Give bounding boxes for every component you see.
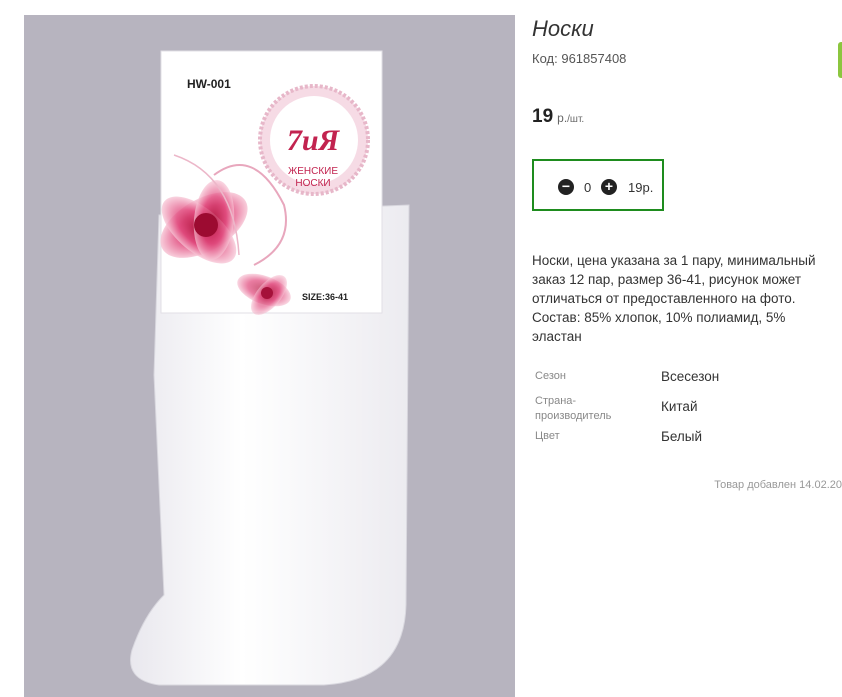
property-value: Белый <box>661 429 703 444</box>
product-description: Носки, цена указана за 1 пару, минимальн… <box>532 253 816 344</box>
minus-circle-icon[interactable]: − <box>558 179 574 195</box>
brand-line1: ЖЕНСКИЕ <box>288 166 338 177</box>
property-value: Китай <box>661 399 698 414</box>
product-price: 19 р./шт. <box>532 106 584 128</box>
product-photo[interactable]: 7иЯ ЖЕНСКИЕ НОСКИ HW-001 SIZE:36-41 <box>24 15 515 697</box>
price-value: 19 <box>532 106 554 127</box>
property-value: Всесезон <box>661 369 720 384</box>
plus-circle-icon[interactable]: + <box>601 179 617 195</box>
product-properties: Сезон Всесезон Страна-производитель Кита… <box>532 364 832 454</box>
property-label: Сезон <box>535 370 566 382</box>
package-model: HW-001 <box>187 77 231 91</box>
added-date: Товар добавлен 14.02.20 <box>714 479 842 491</box>
quantity-sum: 19р. <box>628 180 654 195</box>
product-title: Носки <box>532 16 594 41</box>
code-value: 961857408 <box>561 51 627 66</box>
side-tab[interactable] <box>838 42 842 78</box>
sock-image: 7иЯ ЖЕНСКИЕ НОСКИ HW-001 SIZE:36-41 <box>130 50 410 686</box>
brand-line2: НОСКИ <box>295 178 330 189</box>
property-label: Страна-производитель <box>535 395 612 422</box>
brand-logo-text: 7иЯ <box>287 124 341 157</box>
price-unit: /шт. <box>567 114 585 125</box>
product-info: Носки Код: 961857408 19 р./шт. − 0 + 19р.… <box>532 0 842 697</box>
quantity-stepper: − 0 + 19р. <box>532 159 664 211</box>
price-currency: р. <box>557 111 568 125</box>
property-label: Цвет <box>535 430 560 442</box>
code-label: Код: <box>532 51 558 66</box>
quantity-value[interactable]: 0 <box>584 180 591 195</box>
product-code: Код: 961857408 <box>532 51 626 66</box>
package-size: SIZE:36-41 <box>302 292 348 302</box>
property-row: Страна-производитель Китай <box>532 394 832 424</box>
property-row: Сезон Всесезон <box>532 364 832 394</box>
property-row: Цвет Белый <box>532 424 832 454</box>
